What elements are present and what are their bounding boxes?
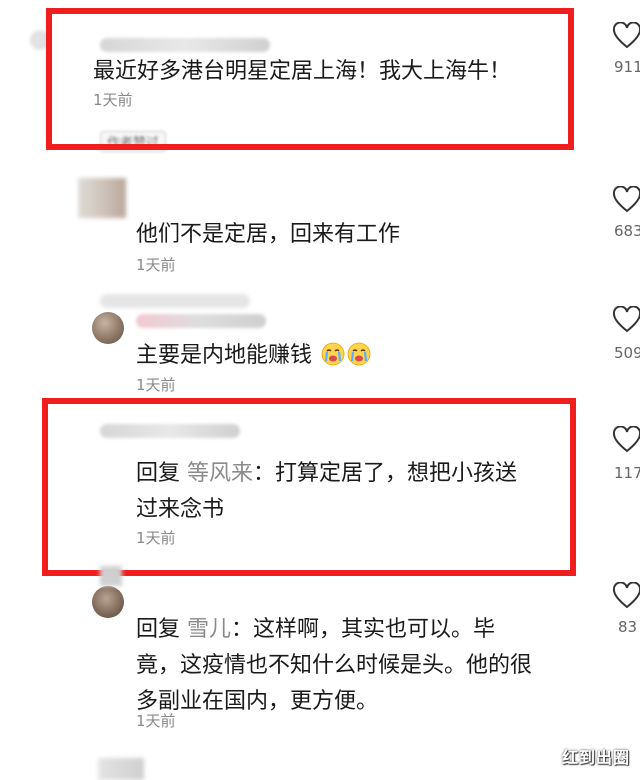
crying-face-emoji	[347, 342, 371, 366]
comment-2-text: 他们不是定居，回来有工作	[136, 222, 401, 247]
crying-face-emoji	[321, 342, 345, 366]
heart-outline-icon	[612, 306, 640, 333]
like-button-4[interactable]	[612, 426, 640, 454]
username-blurred	[136, 314, 266, 328]
avatar-blurred	[78, 178, 126, 218]
comment-3-text-content: 主要是内地能赚钱	[136, 343, 313, 368]
username-blurred	[100, 566, 122, 586]
like-count-5: 83	[618, 618, 638, 636]
comment-5-time: 1天前	[136, 712, 176, 730]
avatar[interactable]	[92, 586, 124, 618]
like-count-2: 683	[614, 222, 640, 240]
heart-outline-icon	[612, 582, 640, 609]
avatar-partial	[30, 30, 50, 50]
comment-5-line-2: 竟，这疫情也不知什么时候是头。他的很	[136, 653, 533, 678]
reply-prefix: 回复	[136, 617, 181, 642]
heart-outline-icon	[612, 22, 640, 49]
like-button-2[interactable]	[612, 186, 640, 214]
like-button-3[interactable]	[612, 306, 640, 334]
like-count-3: 509	[614, 344, 640, 362]
comment-1-time: 1天前	[93, 91, 133, 109]
author-liked-tag: 作者赞过	[100, 131, 167, 152]
comment-4-time: 1天前	[136, 529, 176, 547]
heart-outline-icon	[612, 426, 640, 453]
like-count-1: 911	[614, 58, 640, 76]
reply-prefix: 回复	[136, 461, 181, 486]
comment-2-time: 1天前	[136, 256, 176, 274]
reply-target-user[interactable]: 雪儿	[187, 617, 231, 642]
comment-3-time: 1天前	[136, 376, 176, 394]
username-blurred	[100, 38, 270, 52]
comment-1-text: 最近好多港台明星定居上海！我大上海牛！	[93, 59, 512, 84]
comment-4-text-line-1: ：打算定居了，想把小孩送	[253, 461, 518, 486]
comment-3-text: 主要是内地能赚钱	[136, 338, 371, 374]
comment-4-line-1: 回复 等风来：打算定居了，想把小孩送	[136, 456, 517, 492]
reply-target-user[interactable]: 等风来	[187, 461, 253, 486]
comment-5-text-line-1: ：这样啊，其实也可以。毕	[231, 617, 496, 642]
avatar-blurred	[98, 758, 144, 780]
like-button-1[interactable]	[612, 22, 640, 50]
username-blurred	[100, 424, 240, 438]
watermark: 红到出圈	[561, 748, 630, 767]
like-button-5[interactable]	[612, 582, 640, 610]
username-blurred	[100, 294, 250, 308]
comment-4-line-2: 过来念书	[136, 497, 225, 522]
like-count-4: 117	[614, 464, 640, 482]
comment-5-line-1: 回复 雪儿：这样啊，其实也可以。毕	[136, 612, 495, 648]
avatar[interactable]	[92, 312, 124, 344]
heart-outline-icon	[612, 186, 640, 213]
